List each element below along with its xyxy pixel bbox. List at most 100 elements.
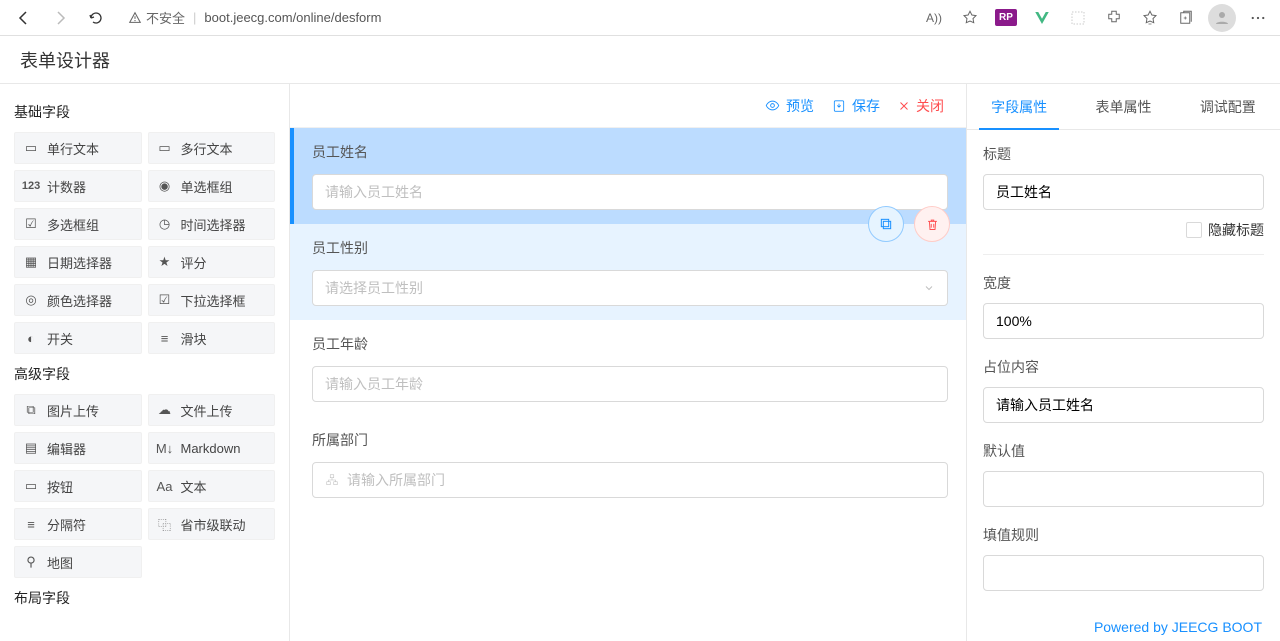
tab-debug-config[interactable]: 调试配置 (1176, 84, 1280, 129)
tab-form-props[interactable]: 表单属性 (1071, 84, 1175, 129)
footer-brand[interactable]: Powered by JEECG BOOT (967, 613, 1280, 641)
extensions-icon[interactable] (1100, 4, 1128, 32)
prop-default-label: 默认值 (983, 441, 1264, 461)
field-select[interactable]: 请选择员工性别 (312, 270, 948, 306)
component-label: 颜色选择器 (47, 291, 112, 310)
component-icon: ▭ (23, 478, 39, 494)
component-item[interactable]: ▭多行文本 (148, 132, 276, 164)
delete-field-button[interactable] (914, 206, 950, 242)
component-icon: ▦ (23, 254, 39, 270)
component-item[interactable]: ≡分隔符 (14, 508, 142, 540)
prop-tabs: 字段属性 表单属性 调试配置 (967, 84, 1280, 130)
close-icon (898, 100, 910, 112)
preview-button[interactable]: 预览 (765, 96, 814, 116)
component-icon: ≡ (157, 331, 173, 346)
component-item[interactable]: ◉单选框组 (148, 170, 276, 202)
component-icon: M↓ (157, 441, 173, 456)
favorites-bar-icon[interactable] (1136, 4, 1164, 32)
component-item[interactable]: ≡滑块 (148, 322, 276, 354)
save-button[interactable]: 保存 (832, 96, 880, 116)
component-item[interactable]: ☑下拉选择框 (148, 284, 276, 316)
component-label: Markdown (181, 441, 241, 456)
component-item[interactable]: 123 计数器 (14, 170, 142, 202)
prop-width-label: 宽度 (983, 273, 1264, 293)
app-title: 表单设计器 (20, 47, 110, 73)
component-item[interactable]: ◷时间选择器 (148, 208, 276, 240)
close-button[interactable]: 关闭 (898, 96, 944, 116)
form-field[interactable]: 员工性别请选择员工性别 (290, 224, 966, 320)
component-icon: ☁ (157, 402, 173, 418)
hide-title-checkbox[interactable] (1186, 222, 1202, 238)
ext-vue-icon[interactable] (1028, 4, 1056, 32)
ext-generic-icon[interactable] (1064, 4, 1092, 32)
component-item[interactable]: ⚲ 地图 (14, 546, 142, 578)
component-item[interactable]: M↓ Markdown (148, 432, 276, 464)
nav-refresh-button[interactable] (80, 2, 112, 34)
component-label: 多选框组 (47, 215, 99, 234)
field-input[interactable] (312, 366, 948, 402)
form-field[interactable]: 所属部门请输入所属部门 (290, 416, 966, 512)
component-palette: 基础字段 ▭单行文本▭多行文本123计数器◉单选框组☑多选框组◷时间选择器▦日期… (0, 84, 290, 641)
component-item[interactable]: ☁ 文件上传 (148, 394, 276, 426)
component-item[interactable]: ⧉图片上传 (14, 394, 142, 426)
component-item[interactable]: ▭ 单行文本 (14, 132, 142, 164)
prop-title-input[interactable] (983, 174, 1264, 210)
component-label: 开关 (47, 329, 73, 348)
nav-back-button[interactable] (8, 2, 40, 34)
tab-field-props[interactable]: 字段属性 (967, 84, 1071, 129)
field-dept-input[interactable]: 请输入所属部门 (312, 462, 948, 498)
component-icon: ◐ (23, 331, 39, 346)
field-label: 员工姓名 (312, 142, 948, 162)
prop-fillrule-input[interactable] (983, 555, 1264, 591)
favorite-icon[interactable] (956, 4, 984, 32)
section-basic-title: 基础字段 (14, 92, 275, 132)
prop-placeholder-label: 占位内容 (983, 357, 1264, 377)
prop-default-input[interactable] (983, 471, 1264, 507)
component-item[interactable]: ▦日期选择器 (14, 246, 142, 278)
url-bar[interactable]: 不安全 | boot.jeecg.com/online/desform (128, 8, 381, 27)
copy-field-button[interactable] (868, 206, 904, 242)
component-item[interactable]: ☑多选框组 (14, 208, 142, 240)
component-icon: ⧉ (23, 402, 39, 418)
component-label: 编辑器 (47, 439, 86, 458)
collections-icon[interactable] (1172, 4, 1200, 32)
component-label: 文本 (181, 477, 207, 496)
component-label: 单行文本 (47, 139, 99, 158)
component-icon: ⚲ (23, 554, 39, 570)
read-aloud-icon[interactable]: A)) (920, 4, 948, 32)
nav-forward-button[interactable] (44, 2, 76, 34)
component-icon: ◷ (157, 216, 173, 232)
component-item[interactable]: ◎ 颜色选择器 (14, 284, 142, 316)
insecure-indicator: 不安全 (128, 8, 185, 27)
component-icon: ⿻ (157, 515, 173, 534)
component-label: 单选框组 (181, 177, 233, 196)
field-input[interactable] (312, 174, 948, 210)
component-label: 地图 (47, 553, 73, 572)
component-item[interactable]: ★评分 (148, 246, 276, 278)
prop-width-input[interactable] (983, 303, 1264, 339)
component-item[interactable]: ▭按钮 (14, 470, 142, 502)
properties-panel: 字段属性 表单属性 调试配置 标题 隐藏标题 宽度 占位内容 (966, 84, 1280, 641)
more-icon[interactable] (1244, 4, 1272, 32)
form-canvas: 预览 保存 关闭 员工姓名员工性别请选择员工性别员工年龄所属部门请输入所属部门 (290, 84, 966, 641)
prop-fillrule-label: 填值规则 (983, 525, 1264, 545)
component-item[interactable]: ◐ 开关 (14, 322, 142, 354)
profile-avatar[interactable] (1208, 4, 1236, 32)
component-icon: ▭ (23, 140, 39, 156)
component-item[interactable]: Aa 文本 (148, 470, 276, 502)
field-label: 所属部门 (312, 430, 948, 450)
prop-placeholder-input[interactable] (983, 387, 1264, 423)
component-label: 计数器 (47, 177, 86, 196)
component-item[interactable]: ▤编辑器 (14, 432, 142, 464)
form-field[interactable]: 员工年龄 (290, 320, 966, 416)
ext-rp-icon[interactable]: RP (992, 4, 1020, 32)
component-label: 多行文本 (181, 139, 233, 158)
component-icon: ◎ (23, 292, 39, 308)
component-item[interactable]: ⿻省市级联动 (148, 508, 276, 540)
component-icon: ≡ (23, 517, 39, 532)
component-icon: 123 (23, 180, 39, 192)
component-label: 下拉选择框 (181, 291, 246, 310)
component-icon: Aa (157, 479, 173, 494)
component-label: 文件上传 (181, 401, 233, 420)
form-field[interactable]: 员工姓名 (290, 128, 966, 224)
